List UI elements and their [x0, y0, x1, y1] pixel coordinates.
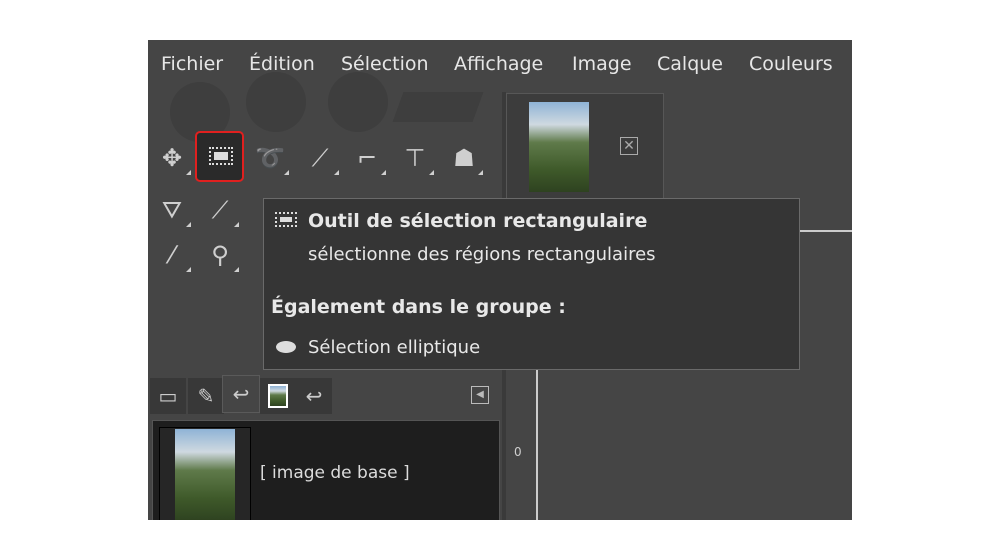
dock-menu-arrow-icon[interactable]: ◀	[471, 386, 489, 404]
tooltip-description: sélectionne des régions rectangulaires	[308, 244, 656, 265]
menu-calque[interactable]: Calque	[657, 53, 723, 75]
undo-thumbnail	[175, 429, 235, 520]
zoom-tool-icon[interactable]: ⚲	[205, 240, 239, 272]
image-thumbnail	[529, 102, 589, 192]
menu-affichage[interactable]: Affichage	[454, 53, 543, 75]
tooltip-group-heading: Également dans le groupe :	[271, 296, 566, 318]
bucket-fill-icon[interactable]: ⛛	[157, 195, 191, 227]
close-image-icon[interactable]: ✕	[620, 137, 638, 155]
gimp-window: Fichier Édition Sélection Affichage Imag…	[148, 40, 852, 520]
ruler-label-zero: 0	[514, 445, 522, 459]
undo-item[interactable]	[159, 427, 251, 520]
tab-tool-presets[interactable]: ✎	[188, 378, 224, 414]
tab-images[interactable]	[260, 378, 296, 414]
rect-select-icon	[209, 147, 233, 165]
ellipse-select-icon	[276, 341, 296, 353]
tooltip-group-item: Sélection elliptique	[308, 337, 481, 358]
wilber-logo-stroke	[392, 92, 484, 122]
paintbrush-icon[interactable]: ⟋	[205, 195, 239, 227]
image-tab[interactable]: ✕	[506, 93, 664, 201]
warp-transform-icon[interactable]: ⊤	[400, 143, 434, 175]
tab-undo-history-2[interactable]: ↩	[296, 378, 332, 414]
menu-couleurs[interactable]: Couleurs	[749, 53, 833, 75]
vertical-ruler	[536, 370, 538, 520]
wilber-logo-eye	[328, 72, 388, 132]
menu-image[interactable]: Image	[572, 53, 632, 75]
move-tool-icon[interactable]: ✥	[157, 143, 191, 175]
tool-tooltip: Outil de sélection rectangulaire R sélec…	[263, 198, 800, 370]
rect-select-icon	[275, 212, 297, 227]
color-picker-icon[interactable]: ⁄	[157, 240, 191, 272]
tooltip-title: Outil de sélection rectangulaire	[308, 210, 648, 232]
crop-tool-icon[interactable]: ⌐	[352, 143, 386, 175]
tab-device-status[interactable]: ▭	[150, 378, 186, 414]
lasso-tool-icon[interactable]: ➰	[255, 143, 289, 175]
undo-item-label: [ image de base ]	[260, 463, 410, 483]
rect-select-tool-button[interactable]	[195, 131, 244, 182]
menu-fichier[interactable]: Fichier	[161, 53, 223, 75]
cage-transform-icon[interactable]: ☗	[449, 143, 483, 175]
wilber-logo-eye	[246, 72, 306, 132]
tab-undo-history[interactable]: ↩	[222, 375, 260, 413]
fuzzy-select-icon[interactable]: ⟋	[305, 143, 339, 175]
undo-history-list: [ image de base ]	[152, 420, 500, 520]
